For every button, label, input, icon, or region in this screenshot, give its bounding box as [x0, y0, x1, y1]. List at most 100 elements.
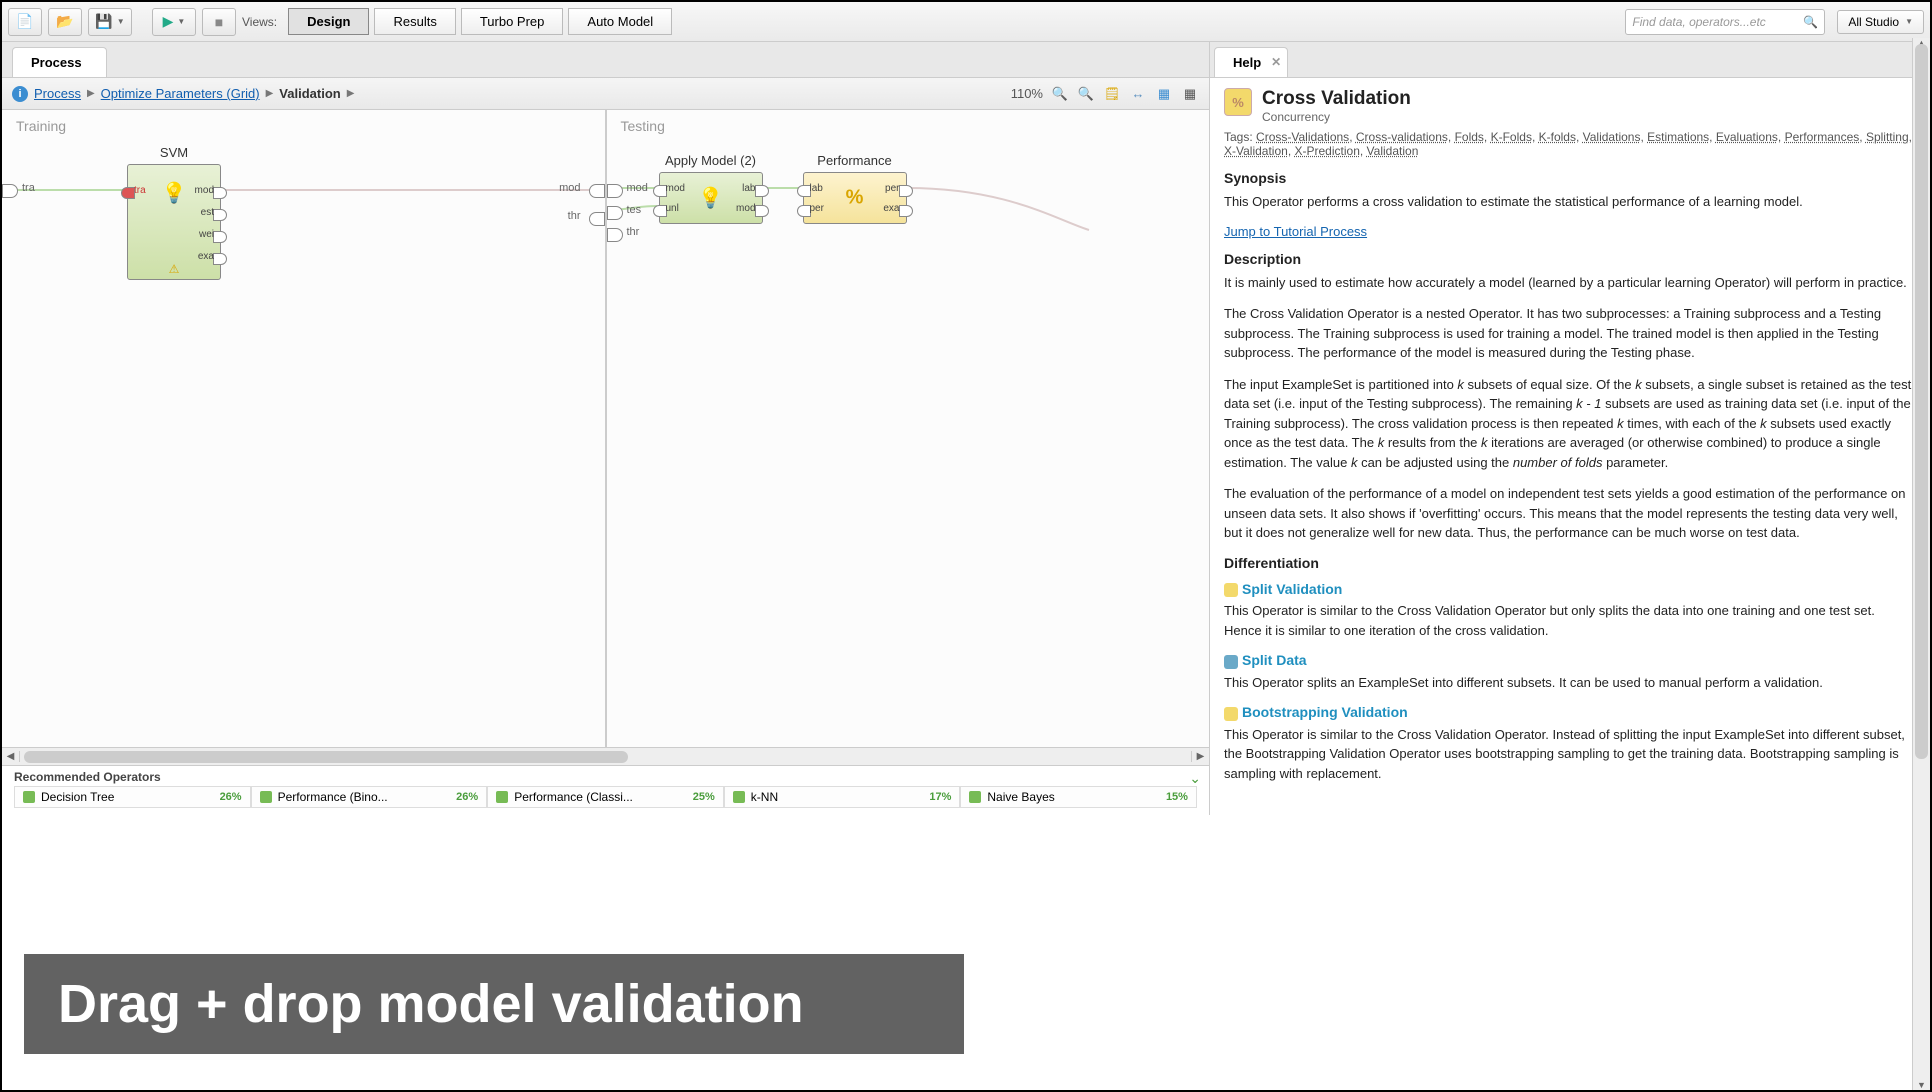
zoom-out-icon[interactable]: 🔍: [1051, 85, 1069, 103]
tag-link[interactable]: X-Prediction: [1295, 144, 1360, 158]
op-output-port[interactable]: [755, 185, 769, 197]
op-output-port[interactable]: [899, 205, 913, 217]
zoom-level: 110%: [1011, 86, 1043, 101]
recommended-item[interactable]: Naive Bayes15%: [960, 786, 1197, 808]
scroll-left-icon[interactable]: ◀: [2, 751, 20, 762]
view-auto-button[interactable]: Auto Model: [568, 8, 672, 35]
scroll-right-icon[interactable]: ▶: [1191, 751, 1209, 762]
operator-icon: [260, 791, 272, 803]
process-input-port[interactable]: [607, 206, 623, 220]
testing-title: Testing: [621, 118, 665, 134]
op-output-port[interactable]: [899, 185, 913, 197]
recommended-item[interactable]: Performance (Classi...25%: [487, 786, 724, 808]
process-canvas[interactable]: Training tra SVM tra 💡 mod est wei: [2, 110, 1209, 747]
op-input-port[interactable]: [653, 205, 667, 217]
note-icon[interactable]: 🗒: [1103, 85, 1121, 103]
tag-link[interactable]: K-Folds: [1491, 130, 1532, 144]
split-validation-link[interactable]: Split Validation: [1242, 581, 1342, 597]
apply-model-operator[interactable]: Apply Model (2) mod unl 💡 lab mod: [659, 172, 763, 224]
tag-link[interactable]: Cross-Validations: [1256, 130, 1349, 144]
expand-icon[interactable]: ⌄: [1189, 770, 1201, 787]
vertical-scrollbar[interactable]: ▲ ▼: [1912, 38, 1930, 1090]
op-input-port[interactable]: [797, 185, 811, 197]
op-input-port[interactable]: [797, 205, 811, 217]
open-button[interactable]: 📂: [48, 8, 82, 36]
lightbulb-icon: 💡: [162, 181, 187, 206]
process-input-port[interactable]: [607, 228, 623, 242]
split-data-link[interactable]: Split Data: [1242, 652, 1307, 668]
jump-tutorial-link[interactable]: Jump to Tutorial Process: [1224, 224, 1367, 239]
save-button[interactable]: 💾▼: [88, 8, 132, 36]
recommended-item[interactable]: k-NN17%: [724, 786, 961, 808]
performance-operator[interactable]: Performance lab per % per exa: [803, 172, 907, 224]
run-button[interactable]: ▶▼: [152, 8, 196, 36]
operator-title: Performance: [804, 153, 906, 168]
process-input-port[interactable]: [2, 184, 18, 198]
process-input-port[interactable]: [607, 184, 623, 198]
help-content: % Cross Validation Concurrency Tags: Cro…: [1210, 78, 1930, 815]
tag-link[interactable]: Cross-validations: [1356, 130, 1448, 144]
process-tab-bar: Process: [2, 42, 1209, 78]
breadcrumb-root[interactable]: Process: [34, 86, 81, 101]
synopsis-heading: Synopsis: [1224, 170, 1912, 186]
recommended-item[interactable]: Performance (Bino...26%: [251, 786, 488, 808]
process-tab[interactable]: Process: [12, 47, 107, 77]
grid-icon[interactable]: ▦: [1181, 85, 1199, 103]
file-icon: 📄: [16, 13, 33, 30]
op-output-port[interactable]: [213, 231, 227, 243]
chevron-right-icon: ▶: [266, 88, 274, 99]
testing-panel: Testing mod tes thr Apply Model (2): [607, 110, 1210, 747]
recommended-item[interactable]: Decision Tree26%: [14, 786, 251, 808]
tag-link[interactable]: Performances: [1785, 130, 1860, 144]
tag-link[interactable]: Validation: [1367, 144, 1419, 158]
arrange-icon[interactable]: ↔: [1129, 85, 1147, 103]
operator-icon: [23, 791, 35, 803]
scrollbar-thumb[interactable]: [1915, 44, 1928, 759]
training-panel: Training tra SVM tra 💡 mod est wei: [2, 110, 607, 747]
tag-link[interactable]: K-folds: [1539, 130, 1576, 144]
zoom-in-icon[interactable]: 🔍: [1077, 85, 1095, 103]
diff-text: This Operator is similar to the Cross Va…: [1224, 601, 1912, 640]
view-turbo-button[interactable]: Turbo Prep: [461, 8, 564, 35]
tag-link[interactable]: Evaluations: [1716, 130, 1778, 144]
cross-validation-icon: %: [1224, 88, 1252, 116]
tag-link[interactable]: X-Validation: [1224, 144, 1288, 158]
filter-icon: [1224, 655, 1238, 669]
tag-link[interactable]: Validations: [1583, 130, 1641, 144]
stop-button[interactable]: ■: [202, 8, 236, 36]
op-output-port[interactable]: [755, 205, 769, 217]
process-output-port[interactable]: [589, 184, 605, 198]
tag-link[interactable]: Estimations: [1647, 130, 1709, 144]
horizontal-scrollbar[interactable]: ◀ ▶: [2, 747, 1209, 765]
op-input-port[interactable]: [653, 185, 667, 197]
tag-link[interactable]: Splitting: [1866, 130, 1909, 144]
chevron-down-icon: ▼: [177, 17, 185, 26]
bootstrapping-validation-link[interactable]: Bootstrapping Validation: [1242, 704, 1408, 720]
process-output-port[interactable]: [589, 212, 605, 226]
breadcrumb-mid[interactable]: Optimize Parameters (Grid): [101, 86, 260, 101]
global-search-input[interactable]: Find data, operators...etc 🔍: [1625, 9, 1825, 35]
svm-operator[interactable]: SVM tra 💡 mod est wei exa ⚠: [127, 164, 221, 280]
scrollbar-thumb[interactable]: [24, 751, 628, 763]
breadcrumb-current: Validation: [279, 86, 340, 101]
help-tab[interactable]: Help ✕: [1214, 47, 1288, 77]
studio-dropdown[interactable]: All Studio ▼: [1837, 10, 1924, 34]
op-input-port[interactable]: [121, 187, 135, 199]
new-button[interactable]: 📄: [8, 8, 42, 36]
chevron-down-icon: ▼: [117, 17, 125, 26]
scroll-down-icon[interactable]: ▼: [1913, 1080, 1930, 1090]
op-output-port[interactable]: [213, 253, 227, 265]
recommended-title: Recommended Operators: [2, 766, 1209, 786]
view-results-button[interactable]: Results: [374, 8, 455, 35]
description-text: It is mainly used to estimate how accura…: [1224, 273, 1912, 293]
chevron-down-icon: ▼: [1905, 17, 1913, 26]
info-icon[interactable]: i: [12, 86, 28, 102]
view-design-button[interactable]: Design: [288, 8, 369, 35]
op-output-port[interactable]: [213, 187, 227, 199]
recommended-operators-panel: Recommended Operators ⌄ Decision Tree26%…: [2, 765, 1209, 815]
tag-link[interactable]: Folds: [1455, 130, 1484, 144]
close-icon[interactable]: ✕: [1271, 55, 1281, 69]
op-output-port[interactable]: [213, 209, 227, 221]
layers-icon[interactable]: ▦: [1155, 85, 1173, 103]
operator-icon: [969, 791, 981, 803]
